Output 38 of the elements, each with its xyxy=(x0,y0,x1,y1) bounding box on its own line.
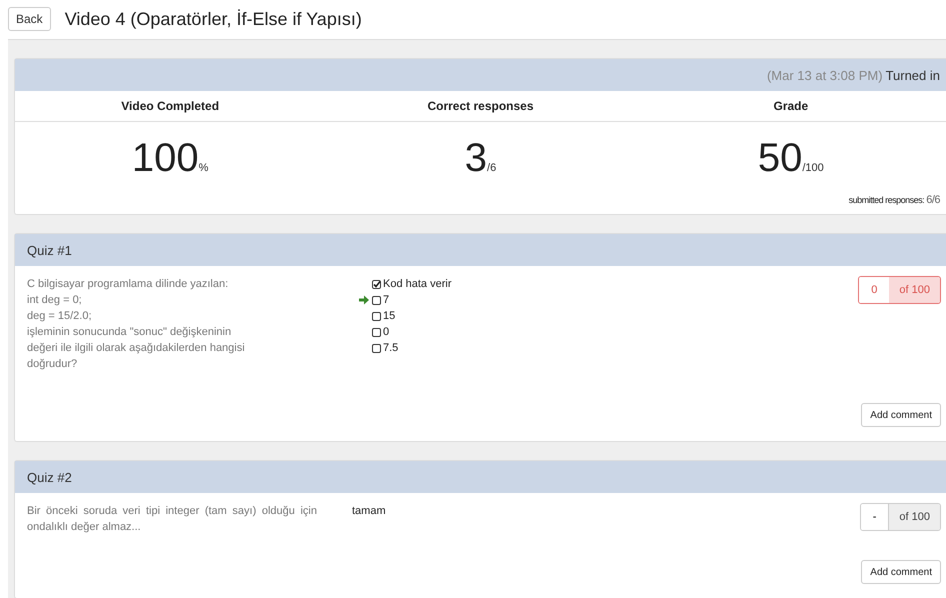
submitted-label: submitted responses: xyxy=(848,195,924,205)
stat-value: 50 xyxy=(758,136,802,180)
checkbox[interactable] xyxy=(372,296,381,304)
submitted-time: (Mar 13 at 3:08 PM) xyxy=(766,68,883,82)
back-button[interactable]: Back xyxy=(8,7,51,31)
score-field[interactable]: 0 of 100 xyxy=(858,276,941,304)
stat-unit: % xyxy=(198,162,208,174)
stat-value: 3 xyxy=(464,136,488,180)
stat-label: Correct responses xyxy=(427,99,534,113)
quiz-title: Quiz #1 xyxy=(15,234,946,266)
score-value: 0 xyxy=(859,277,890,303)
question-text: C bilgisayar programlama dilinde yazılan: int deg = 0; deg = 15/2.0; işleminin sonucunda "sonuc" değişkeninin değeri ile ilgili olarak aşağıdakilerden hangisi doğrudur? xyxy=(27,277,246,372)
status-text: Turned in xyxy=(886,68,940,82)
stat-label: Grade xyxy=(773,99,808,113)
checkbox[interactable] xyxy=(372,344,381,352)
option-label: Kod hata verir xyxy=(383,277,452,292)
quiz-title: Quiz #2 xyxy=(15,461,946,493)
stat-value: 100 xyxy=(132,136,199,180)
option-label: 0 xyxy=(383,325,390,340)
stat-label: Video Completed xyxy=(121,99,220,113)
score-total: of 100 xyxy=(889,277,940,303)
score-value: - xyxy=(860,504,888,530)
page-title: Video 4 (Oparatörler, İf-Else if Yapısı) xyxy=(64,8,362,30)
stat-unit: /100 xyxy=(802,162,824,174)
option-label: 15 xyxy=(383,309,396,324)
option-label: 7 xyxy=(383,293,390,308)
checkbox[interactable] xyxy=(372,328,381,336)
checkbox[interactable] xyxy=(372,280,381,288)
checkbox[interactable] xyxy=(372,312,381,320)
score-total: of 100 xyxy=(888,504,940,530)
stat-unit: /6 xyxy=(487,162,496,174)
submitted-count: 6/6 xyxy=(926,194,940,206)
question-text: Bir önceki soruda veri tipi integer (tam sayı) olduğu için ondalıklı değer almaz... xyxy=(27,504,317,535)
answer-text: tamam xyxy=(352,505,386,517)
add-comment-button[interactable]: Add comment xyxy=(861,560,941,584)
score-field[interactable]: - of 100 xyxy=(860,503,941,531)
option-label: 7.5 xyxy=(383,341,398,356)
add-comment-button[interactable]: Add comment xyxy=(861,403,941,427)
